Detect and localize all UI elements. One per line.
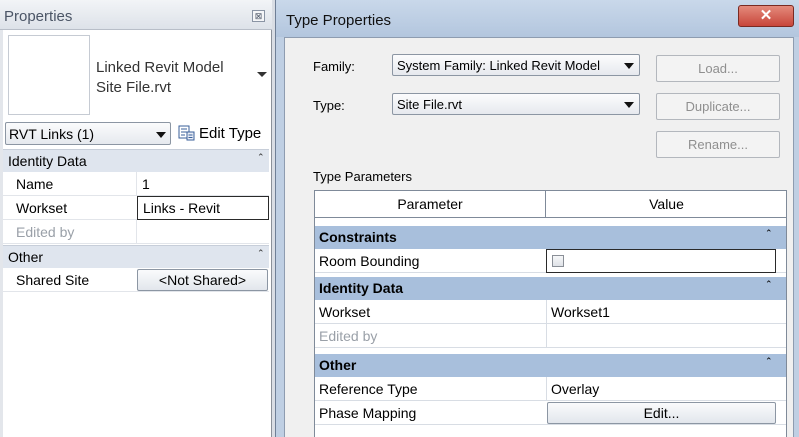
- group-constraints[interactable]: Constraints ⌃: [315, 226, 786, 249]
- collapse-icon[interactable]: ⌃: [257, 248, 265, 259]
- type-preview-image: [8, 35, 90, 115]
- property-label: Workset: [16, 200, 68, 216]
- property-row-name: Name 1: [3, 172, 269, 196]
- group-label: Identity Data: [8, 153, 87, 169]
- type-label: Type:: [313, 98, 345, 113]
- column-divider: [546, 377, 547, 401]
- type-family-name: Linked Revit Model: [96, 59, 224, 76]
- type-value: Site File.rvt: [397, 97, 463, 112]
- collapse-icon[interactable]: ⌃: [257, 152, 265, 163]
- collapse-icon[interactable]: ⌃: [765, 356, 773, 367]
- type-dropdown[interactable]: Site File.rvt: [392, 93, 640, 115]
- property-label: Shared Site: [16, 272, 90, 288]
- param-label: Edited by: [319, 328, 378, 344]
- phase-mapping-edit-button[interactable]: Edit...: [547, 402, 776, 424]
- dialog-title: Type Properties: [286, 12, 392, 29]
- param-row-reference-type: Reference Type Overlay: [315, 377, 786, 401]
- param-value-workset[interactable]: Workset1: [551, 304, 610, 320]
- param-label: Phase Mapping: [319, 405, 417, 421]
- family-value: System Family: Linked Revit Model: [397, 58, 601, 73]
- room-bounding-checkbox[interactable]: [552, 255, 564, 267]
- type-selector[interactable]: Linked Revit Model Site File.rvt: [96, 58, 224, 98]
- group-other[interactable]: Other ⌃: [3, 245, 269, 268]
- instance-filter-dropdown[interactable]: RVT Links (1): [5, 122, 171, 145]
- type-properties-dialog: Type Properties ✕ Family: System Family:…: [275, 0, 799, 437]
- grid-header: Parameter Value: [315, 191, 786, 218]
- family-label: Family:: [313, 59, 355, 74]
- property-row-shared-site: Shared Site <Not Shared>: [3, 268, 269, 292]
- column-divider: [136, 220, 137, 244]
- type-parameters-label: Type Parameters: [313, 169, 412, 184]
- edit-type-label: Edit Type: [199, 125, 262, 142]
- property-row-edited-by: Edited by: [3, 220, 269, 244]
- param-row-room-bounding: Room Bounding: [315, 249, 786, 273]
- chevron-down-icon[interactable]: [257, 72, 267, 77]
- param-label: Reference Type: [319, 381, 418, 397]
- edit-type-button[interactable]: Edit Type: [177, 122, 269, 145]
- close-icon: ✕: [759, 7, 773, 24]
- dropdown-arrow-icon: [624, 63, 634, 69]
- group-identity-data[interactable]: Identity Data ⌃: [315, 277, 786, 300]
- property-value-name[interactable]: 1: [142, 176, 150, 192]
- property-label: Edited by: [16, 224, 75, 240]
- group-label: Constraints: [319, 229, 397, 245]
- property-label: Name: [16, 176, 54, 192]
- dialog-body: Family: System Family: Linked Revit Mode…: [284, 37, 794, 437]
- rename-button[interactable]: Rename...: [656, 131, 780, 158]
- param-row-phase-mapping: Phase Mapping Edit...: [315, 401, 786, 425]
- group-label: Identity Data: [319, 280, 404, 296]
- group-label: Other: [8, 249, 44, 265]
- type-name: Site File.rvt: [96, 79, 172, 96]
- column-divider: [546, 324, 547, 348]
- family-dropdown[interactable]: System Family: Linked Revit Model: [392, 54, 640, 76]
- param-value-reference-type[interactable]: Overlay: [551, 381, 599, 397]
- param-row-edited-by: Edited by: [315, 324, 786, 348]
- group-label: Other: [319, 357, 357, 373]
- group-identity-data[interactable]: Identity Data ⌃: [3, 149, 269, 172]
- param-row-workset: Workset Workset1: [315, 300, 786, 324]
- type-parameters-grid: Parameter Value Constraints ⌃ Room Bound…: [314, 190, 787, 437]
- param-label: Workset: [319, 304, 371, 320]
- dropdown-arrow-icon: [156, 132, 166, 138]
- column-header-parameter: Parameter: [315, 191, 546, 218]
- properties-title: Properties: [4, 8, 73, 25]
- close-button[interactable]: ✕: [738, 5, 794, 27]
- dialog-title-bar[interactable]: Type Properties ✕: [276, 0, 799, 37]
- group-other[interactable]: Other ⌃: [315, 354, 786, 377]
- workset-value: Links - Revit: [143, 200, 221, 216]
- duplicate-button[interactable]: Duplicate...: [656, 93, 780, 120]
- column-divider: [136, 172, 137, 196]
- collapse-icon[interactable]: ⌃: [765, 279, 773, 290]
- properties-title-bar[interactable]: Properties ⊠: [0, 0, 272, 30]
- column-divider: [546, 300, 547, 324]
- room-bounding-cell[interactable]: [546, 249, 776, 273]
- property-row-workset: Workset Links - Revit: [3, 196, 269, 220]
- edit-type-icon: [178, 125, 195, 141]
- column-header-value: Value: [649, 196, 684, 212]
- param-label: Room Bounding: [319, 253, 420, 269]
- load-button[interactable]: Load...: [656, 55, 780, 82]
- workset-field[interactable]: Links - Revit: [137, 196, 269, 220]
- instance-filter-value: RVT Links (1): [9, 126, 95, 142]
- close-icon[interactable]: ⊠: [252, 10, 265, 22]
- dropdown-arrow-icon: [624, 102, 634, 108]
- collapse-icon[interactable]: ⌃: [765, 228, 773, 239]
- properties-palette: Properties ⊠ Linked Revit Model Site Fil…: [0, 0, 272, 437]
- shared-site-button[interactable]: <Not Shared>: [137, 269, 268, 291]
